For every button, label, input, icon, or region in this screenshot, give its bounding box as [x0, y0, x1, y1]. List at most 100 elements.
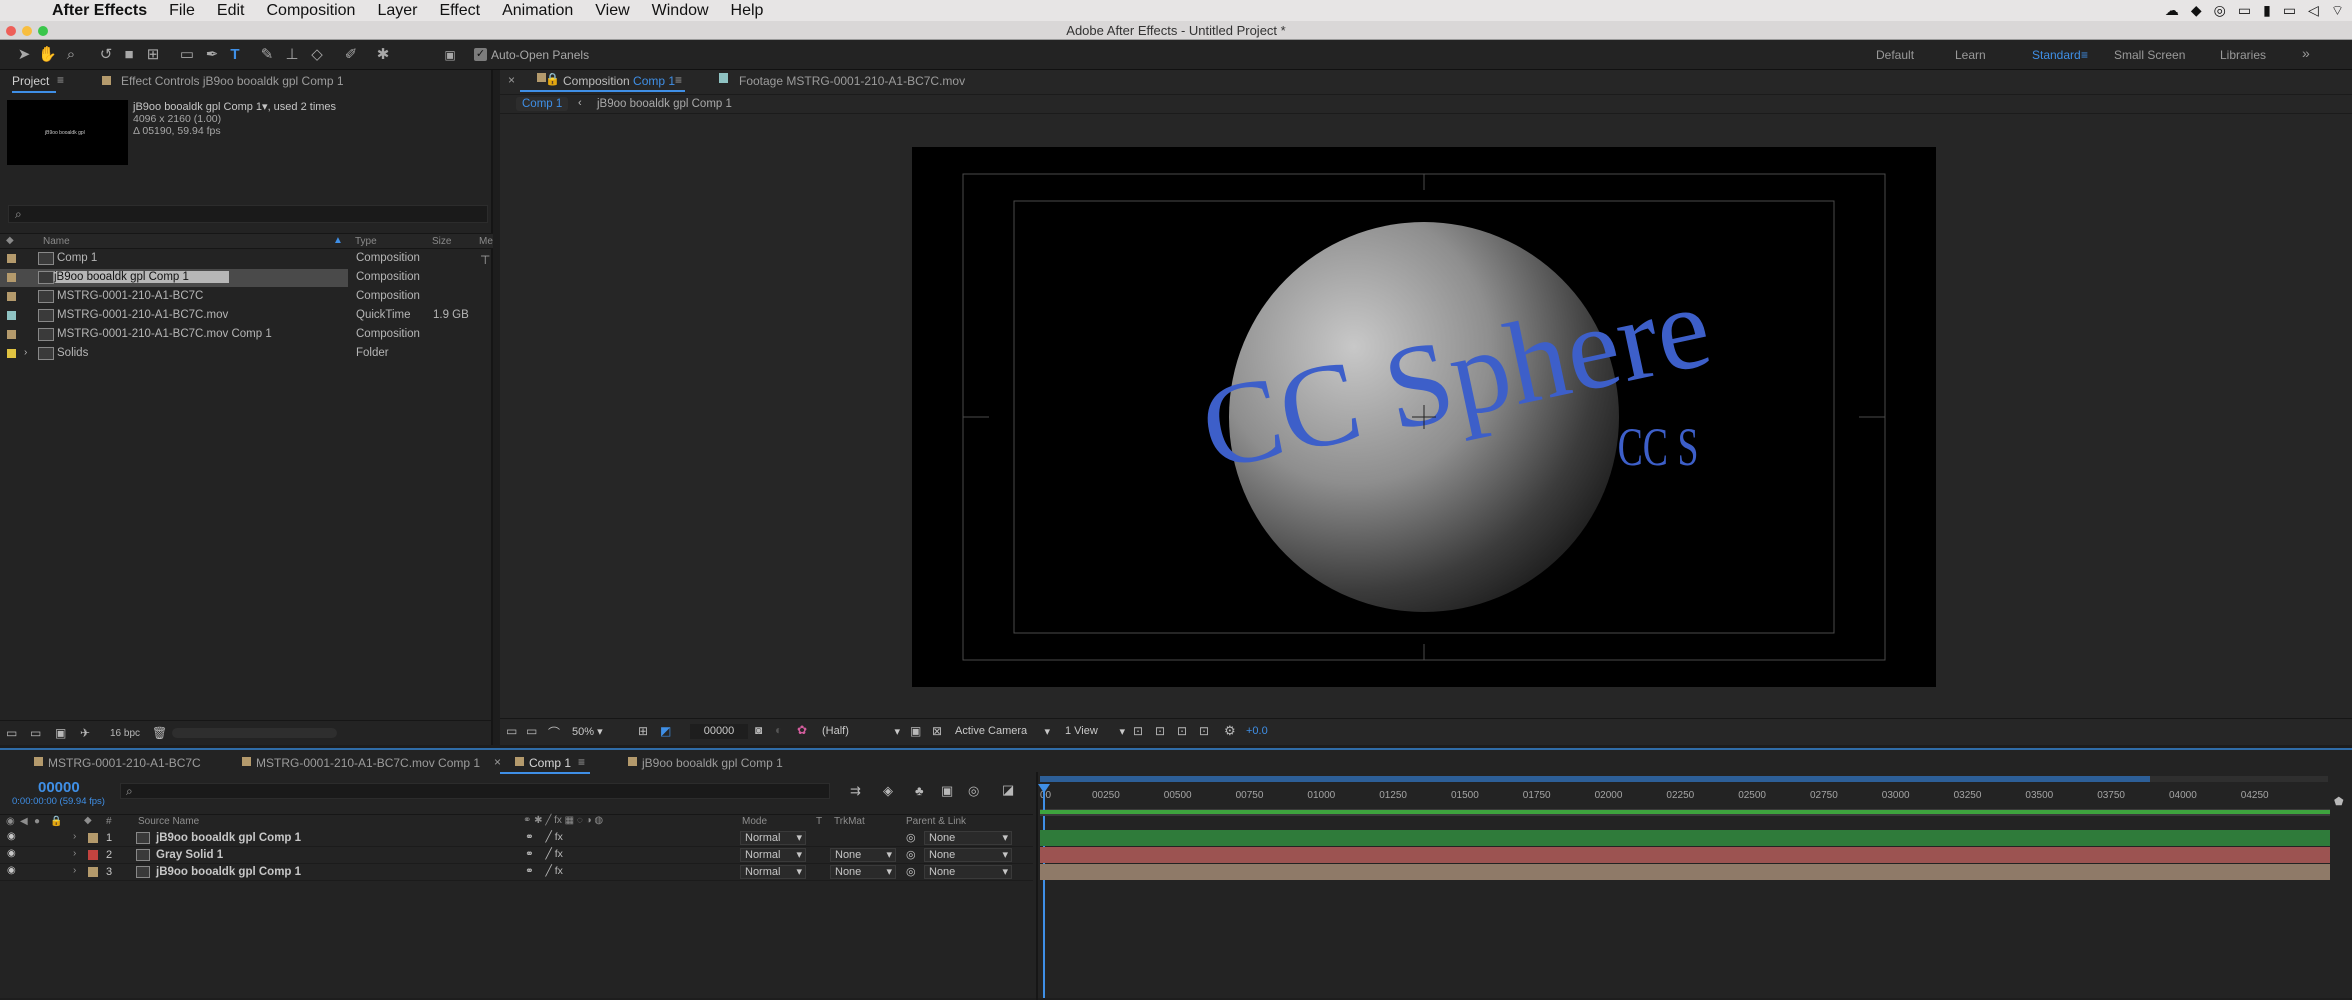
pen-tool-icon[interactable]: ✒ [203, 46, 221, 64]
fast-previews-icon[interactable]: ⊡ [1155, 724, 1165, 738]
new-composition-icon[interactable]: ▣ [55, 726, 66, 740]
mask-visibility-icon[interactable]: ⌒ [548, 724, 560, 741]
project-item-row[interactable]: › Solids Folder [0, 345, 478, 363]
layer-row[interactable]: ◉ › 2 Gray Solid 1 ⚭ ╱ fx Normal ▾ None ▾ ◎ None ▾ [0, 847, 1033, 864]
tab-effect-controls[interactable]: Effect Controls jB9oo booaldk gpl Comp 1 [121, 74, 344, 88]
dropbox-icon[interactable]: ◆ [2191, 2, 2202, 20]
parent-dropdown[interactable]: None ▾ [924, 865, 1012, 879]
timeline-tab[interactable]: MSTRG-0001-210-A1-BC7C.mov Comp 1 [256, 756, 480, 770]
timeline-search-input[interactable]: ⌕ [120, 783, 830, 799]
layer-row[interactable]: ◉ › 3 jB9oo booaldk gpl Comp 1 ⚭ ╱ fx Normal ▾… [0, 864, 1033, 881]
close-comp-tab-icon[interactable]: × [508, 73, 515, 87]
menu-effect[interactable]: Effect [439, 2, 480, 20]
label-color-swatch[interactable] [7, 311, 16, 320]
workspace-standard[interactable]: Standard [2032, 48, 2081, 62]
time-ruler[interactable]: 00 00250 00500 00750 01000 01250 01500 01750 020… [1040, 784, 2330, 810]
eye-icon[interactable]: ◉ [7, 848, 16, 859]
tab-footage[interactable]: Footage MSTRG-0001-210-A1-BC7C.mov [739, 74, 965, 88]
menu-help[interactable]: Help [731, 2, 764, 20]
shy-layers-icon[interactable]: ♣ [915, 783, 924, 798]
trkmat-dropdown[interactable]: None ▾ [830, 865, 896, 879]
camera-dropdown[interactable]: Active Camera ▾ [955, 725, 1050, 738]
mode-dropdown[interactable]: Normal ▾ [740, 865, 806, 879]
video-switch-icon[interactable]: ◉ [6, 816, 15, 827]
mask-path-icon[interactable]: ◩ [660, 724, 671, 738]
delete-icon[interactable]: 🗑 [152, 726, 167, 740]
eye-icon[interactable]: ◉ [7, 831, 16, 842]
sort-ascending-icon[interactable]: ▲ [333, 235, 343, 246]
transparency-grid-icon[interactable]: ⊠ [932, 724, 942, 738]
menu-layer[interactable]: Layer [377, 2, 417, 20]
zoom-dropdown[interactable]: 50% ▾ [572, 725, 603, 738]
region-icon[interactable]: ▭ [526, 724, 537, 738]
project-item-row[interactable]: jB9oo booaldk gpl Comp 1 Composition [0, 269, 420, 287]
time-navigator[interactable] [1040, 810, 2330, 816]
project-item-row[interactable]: MSTRG-0001-210-A1-BC7C.mov Comp 1 Composi… [0, 326, 478, 344]
playhead-icon[interactable] [1038, 784, 1050, 793]
auto-open-checkbox[interactable]: ✓ [474, 48, 487, 61]
exposure-reset-icon[interactable]: ⚙ [1224, 723, 1236, 739]
layer-row[interactable]: ◉ › 1 jB9oo booaldk gpl Comp 1 ⚭ ╱ fx Normal ▾… [0, 830, 1033, 847]
flowchart-view-icon[interactable]: ⊡ [1199, 724, 1209, 738]
timeline-tab[interactable]: jB9oo booaldk gpl Comp 1 [642, 756, 783, 770]
layer-switches[interactable]: ⚭ ╱ fx [525, 831, 563, 843]
current-time-field[interactable]: 00000 [690, 724, 748, 739]
layer-switches[interactable]: ⚭ ╱ fx [525, 848, 563, 860]
layer-label-color[interactable] [88, 850, 98, 860]
layer-label-color[interactable] [88, 867, 98, 877]
parent-dropdown[interactable]: None ▾ [924, 831, 1012, 845]
project-item-row[interactable]: MSTRG-0001-210-A1-BC7C Composition [0, 288, 478, 306]
menu-composition[interactable]: Composition [267, 2, 356, 20]
grid-icon[interactable]: ⊞ [638, 724, 648, 738]
audio-switch-icon[interactable]: ◀ [20, 816, 28, 827]
mode-dropdown[interactable]: Normal ▾ [740, 848, 806, 862]
selection-tool-icon[interactable]: ➤ [15, 46, 33, 64]
project-panel-menu-icon[interactable]: ≡ [57, 73, 64, 87]
layer-switches[interactable]: ⚭ ╱ fx [525, 865, 563, 877]
exposure-value[interactable]: +0.0 [1246, 725, 1268, 737]
tab-project[interactable]: Project [12, 74, 49, 88]
workspace-small-screen[interactable]: Small Screen [2114, 48, 2185, 62]
roto-brush-tool-icon[interactable]: ✐ [342, 46, 360, 64]
menu-file[interactable]: File [169, 2, 195, 20]
menu-edit[interactable]: Edit [217, 2, 245, 20]
trkmat-dropdown[interactable]: None ▾ [830, 848, 896, 862]
lock-icon[interactable]: 🔒 [545, 72, 560, 86]
layer-duration-bar[interactable] [1040, 830, 2330, 846]
show-snapshot-icon[interactable]: ◐ [775, 723, 782, 737]
type-tool-icon[interactable]: T [226, 46, 244, 64]
always-preview-icon[interactable]: ▭ [506, 724, 517, 738]
region-of-interest-icon[interactable]: ▣ [910, 724, 921, 738]
volume-icon[interactable]: ◁ [2308, 2, 2319, 20]
layer-duration-bar[interactable] [1040, 864, 2330, 880]
rectangle-tool-icon[interactable]: ▭ [178, 46, 196, 64]
frame-blending-icon[interactable]: ▣ [941, 783, 953, 799]
workspace-learn[interactable]: Learn [1955, 48, 1986, 62]
breadcrumb-nested[interactable]: jB9oo booaldk gpl Comp 1 [597, 98, 732, 110]
work-area-range[interactable] [1040, 776, 2150, 782]
project-scrollbar[interactable] [172, 728, 337, 738]
close-timeline-tab-icon[interactable]: × [494, 755, 501, 769]
resolution-dropdown[interactable]: (Half) ▾ [822, 725, 900, 738]
pick-whip-icon[interactable]: ◎ [906, 848, 916, 861]
more-workspaces-icon[interactable]: » [2302, 45, 2310, 61]
tab-composition[interactable]: Composition Comp 1 [563, 74, 675, 88]
layer-name[interactable]: jB9oo booaldk gpl Comp 1 [156, 866, 301, 878]
label-column-icon[interactable]: ◆ [6, 235, 14, 246]
workspace-default[interactable]: Default [1876, 48, 1914, 62]
label-column-icon[interactable]: ◆ [84, 815, 92, 826]
breadcrumb-comp[interactable]: Comp 1 [516, 97, 569, 111]
views-dropdown[interactable]: 1 View ▾ [1065, 725, 1125, 738]
comp-marker-icon[interactable]: ⬟ [2334, 795, 2344, 808]
menu-app[interactable]: After Effects [52, 2, 147, 20]
comp-panel-menu-icon[interactable]: ≡ [675, 73, 682, 87]
bit-depth-button[interactable]: 16 bpc [110, 728, 140, 739]
label-color-swatch[interactable] [7, 292, 16, 301]
column-media[interactable]: Me [479, 236, 493, 247]
label-color-swatch[interactable] [7, 330, 16, 339]
timeline-tab[interactable]: Comp 1 [529, 756, 571, 770]
close-window-button[interactable] [6, 26, 16, 36]
project-search-input[interactable]: ⌕ [8, 205, 488, 223]
hand-tool-icon[interactable]: ✋ [38, 46, 57, 64]
layer-name[interactable]: jB9oo booaldk gpl Comp 1 [156, 832, 301, 844]
